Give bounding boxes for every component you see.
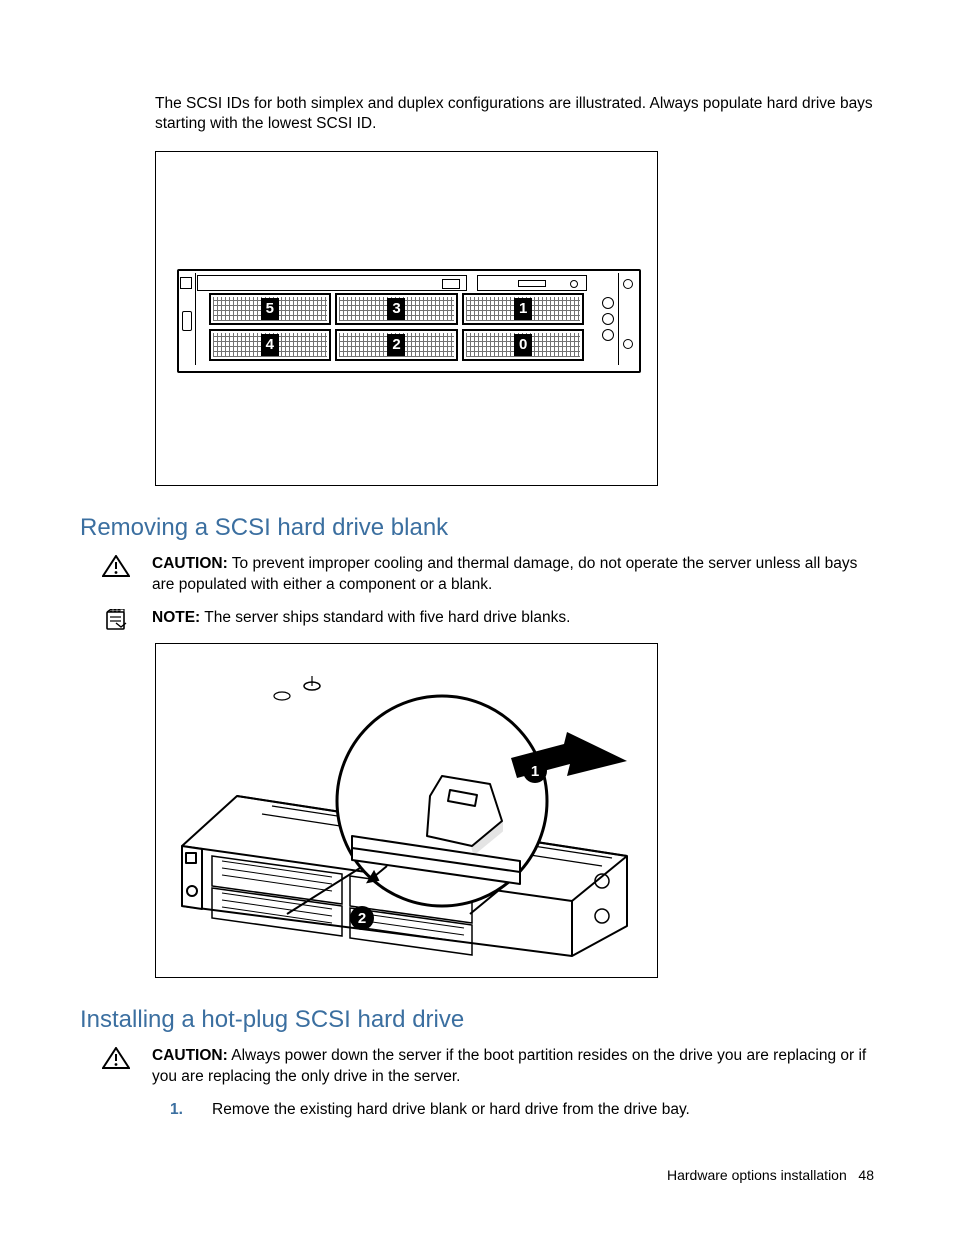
intro-paragraph: The SCSI IDs for both simplex and duplex…	[155, 94, 874, 136]
page-footer: Hardware options installation 48	[667, 1167, 874, 1183]
svg-text:1: 1	[530, 763, 538, 780]
heading-installing-drive: Installing a hot-plug SCSI hard drive	[80, 1006, 874, 1034]
bay-number: 4	[261, 334, 279, 356]
caution-callout: CAUTION: Always power down the server if…	[102, 1046, 874, 1088]
bay-number: 5	[261, 298, 279, 320]
bay-number: 2	[387, 334, 405, 356]
figure-remove-blank: 1 2	[155, 643, 658, 978]
bay-number: 3	[387, 298, 405, 320]
step-item: Remove the existing hard drive blank or …	[170, 1100, 874, 1121]
caution-callout: CAUTION: To prevent improper cooling and…	[102, 554, 874, 596]
bay-number: 1	[514, 298, 532, 320]
caution-text: Always power down the server if the boot…	[152, 1047, 866, 1085]
figure-scsi-id-layout: 5 3 1 4 2 0	[155, 151, 658, 486]
install-steps: Remove the existing hard drive blank or …	[170, 1100, 874, 1121]
footer-page-number: 48	[858, 1167, 874, 1183]
caution-label: CAUTION:	[152, 555, 228, 572]
note-label: NOTE:	[152, 609, 200, 626]
note-callout: NOTE: The server ships standard with fiv…	[102, 608, 874, 631]
heading-removing-blank: Removing a SCSI hard drive blank	[80, 514, 874, 542]
caution-icon	[102, 555, 130, 577]
caution-text: To prevent improper cooling and thermal …	[152, 555, 857, 593]
footer-section: Hardware options installation	[667, 1167, 847, 1183]
caution-icon	[102, 1047, 130, 1069]
note-text: The server ships standard with five hard…	[200, 609, 570, 626]
note-icon	[102, 609, 130, 631]
bay-number: 0	[514, 334, 532, 356]
caution-label: CAUTION:	[152, 1047, 228, 1064]
svg-text:2: 2	[357, 910, 365, 927]
